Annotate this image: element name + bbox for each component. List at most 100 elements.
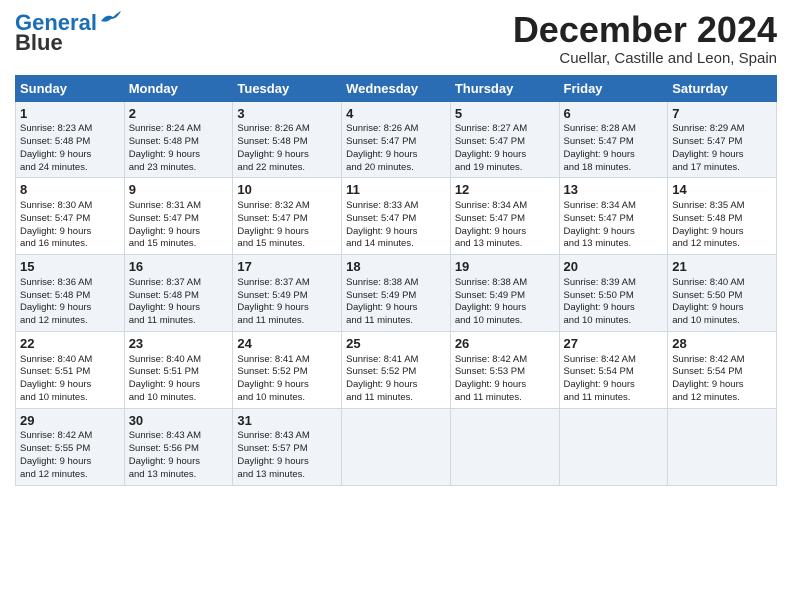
table-row: 16Sunrise: 8:37 AMSunset: 5:48 PMDayligh…	[124, 255, 233, 332]
day-info: and 11 minutes.	[129, 315, 229, 328]
calendar-table: Sunday Monday Tuesday Wednesday Thursday…	[15, 75, 777, 486]
day-info: Sunrise: 8:41 AM	[346, 354, 446, 367]
day-info: Daylight: 9 hours	[129, 149, 229, 162]
day-info: and 22 minutes.	[237, 162, 337, 175]
day-info: Sunrise: 8:28 AM	[564, 123, 664, 136]
table-row: 19Sunrise: 8:38 AMSunset: 5:49 PMDayligh…	[450, 255, 559, 332]
day-info: Sunrise: 8:38 AM	[346, 277, 446, 290]
day-info: and 13 minutes.	[237, 469, 337, 482]
day-info: Sunset: 5:49 PM	[455, 290, 555, 303]
day-info: Daylight: 9 hours	[237, 379, 337, 392]
table-row: 23Sunrise: 8:40 AMSunset: 5:51 PMDayligh…	[124, 331, 233, 408]
calendar-week-row: 29Sunrise: 8:42 AMSunset: 5:55 PMDayligh…	[16, 408, 777, 485]
day-info: and 11 minutes.	[237, 315, 337, 328]
day-number: 22	[20, 335, 120, 353]
day-info: Sunrise: 8:41 AM	[237, 354, 337, 367]
col-wednesday: Wednesday	[342, 75, 451, 101]
table-row: 31Sunrise: 8:43 AMSunset: 5:57 PMDayligh…	[233, 408, 342, 485]
day-info: Sunrise: 8:42 AM	[564, 354, 664, 367]
table-row: 6Sunrise: 8:28 AMSunset: 5:47 PMDaylight…	[559, 101, 668, 178]
table-row: 27Sunrise: 8:42 AMSunset: 5:54 PMDayligh…	[559, 331, 668, 408]
day-info: and 13 minutes.	[455, 238, 555, 251]
calendar-week-row: 1Sunrise: 8:23 AMSunset: 5:48 PMDaylight…	[16, 101, 777, 178]
day-info: and 23 minutes.	[129, 162, 229, 175]
day-info: Daylight: 9 hours	[564, 226, 664, 239]
table-row: 1Sunrise: 8:23 AMSunset: 5:48 PMDaylight…	[16, 101, 125, 178]
day-number: 24	[237, 335, 337, 353]
table-row	[450, 408, 559, 485]
day-info: Sunset: 5:57 PM	[237, 443, 337, 456]
day-info: Sunset: 5:48 PM	[672, 213, 772, 226]
table-row	[342, 408, 451, 485]
table-row: 29Sunrise: 8:42 AMSunset: 5:55 PMDayligh…	[16, 408, 125, 485]
day-info: Sunset: 5:48 PM	[129, 290, 229, 303]
day-info: and 15 minutes.	[237, 238, 337, 251]
day-number: 29	[20, 412, 120, 430]
table-row: 15Sunrise: 8:36 AMSunset: 5:48 PMDayligh…	[16, 255, 125, 332]
day-info: Sunrise: 8:34 AM	[455, 200, 555, 213]
table-row: 28Sunrise: 8:42 AMSunset: 5:54 PMDayligh…	[668, 331, 777, 408]
day-info: Sunrise: 8:34 AM	[564, 200, 664, 213]
day-info: Sunset: 5:51 PM	[20, 366, 120, 379]
day-info: Daylight: 9 hours	[129, 302, 229, 315]
day-info: Sunrise: 8:30 AM	[20, 200, 120, 213]
day-info: Sunrise: 8:27 AM	[455, 123, 555, 136]
day-info: Daylight: 9 hours	[672, 226, 772, 239]
day-info: Sunrise: 8:26 AM	[237, 123, 337, 136]
table-row: 10Sunrise: 8:32 AMSunset: 5:47 PMDayligh…	[233, 178, 342, 255]
day-info: and 24 minutes.	[20, 162, 120, 175]
day-info: Daylight: 9 hours	[346, 149, 446, 162]
day-info: Sunset: 5:48 PM	[237, 136, 337, 149]
day-info: Sunrise: 8:38 AM	[455, 277, 555, 290]
day-info: Sunset: 5:54 PM	[564, 366, 664, 379]
day-info: Daylight: 9 hours	[20, 456, 120, 469]
day-info: Daylight: 9 hours	[455, 226, 555, 239]
day-info: Daylight: 9 hours	[346, 226, 446, 239]
day-info: and 16 minutes.	[20, 238, 120, 251]
day-info: Daylight: 9 hours	[20, 149, 120, 162]
table-row: 12Sunrise: 8:34 AMSunset: 5:47 PMDayligh…	[450, 178, 559, 255]
day-info: Sunrise: 8:37 AM	[237, 277, 337, 290]
day-number: 5	[455, 105, 555, 123]
day-info: Sunrise: 8:24 AM	[129, 123, 229, 136]
header: General Blue December 2024 Cuellar, Cast…	[15, 10, 777, 67]
day-info: Sunrise: 8:36 AM	[20, 277, 120, 290]
day-number: 1	[20, 105, 120, 123]
day-info: and 19 minutes.	[455, 162, 555, 175]
calendar-week-row: 15Sunrise: 8:36 AMSunset: 5:48 PMDayligh…	[16, 255, 777, 332]
day-info: Sunset: 5:50 PM	[564, 290, 664, 303]
day-number: 27	[564, 335, 664, 353]
day-number: 15	[20, 258, 120, 276]
day-info: Daylight: 9 hours	[455, 302, 555, 315]
day-info: Sunset: 5:47 PM	[455, 136, 555, 149]
day-info: and 17 minutes.	[672, 162, 772, 175]
day-info: Sunset: 5:50 PM	[672, 290, 772, 303]
calendar-week-row: 8Sunrise: 8:30 AMSunset: 5:47 PMDaylight…	[16, 178, 777, 255]
day-number: 17	[237, 258, 337, 276]
day-info: Sunset: 5:52 PM	[346, 366, 446, 379]
day-number: 12	[455, 181, 555, 199]
day-info: and 10 minutes.	[672, 315, 772, 328]
day-info: Daylight: 9 hours	[346, 302, 446, 315]
month-title: December 2024	[513, 10, 777, 50]
table-row: 22Sunrise: 8:40 AMSunset: 5:51 PMDayligh…	[16, 331, 125, 408]
table-row: 17Sunrise: 8:37 AMSunset: 5:49 PMDayligh…	[233, 255, 342, 332]
day-info: and 14 minutes.	[346, 238, 446, 251]
day-info: Daylight: 9 hours	[672, 302, 772, 315]
day-info: and 10 minutes.	[455, 315, 555, 328]
day-info: and 11 minutes.	[455, 392, 555, 405]
day-number: 26	[455, 335, 555, 353]
day-number: 10	[237, 181, 337, 199]
day-info: Daylight: 9 hours	[672, 379, 772, 392]
day-number: 21	[672, 258, 772, 276]
day-info: Daylight: 9 hours	[455, 379, 555, 392]
day-info: Sunset: 5:53 PM	[455, 366, 555, 379]
day-info: Sunset: 5:47 PM	[129, 213, 229, 226]
page-container: General Blue December 2024 Cuellar, Cast…	[0, 0, 792, 491]
table-row: 5Sunrise: 8:27 AMSunset: 5:47 PMDaylight…	[450, 101, 559, 178]
day-info: Sunset: 5:48 PM	[20, 136, 120, 149]
day-info: Sunrise: 8:40 AM	[20, 354, 120, 367]
day-info: Daylight: 9 hours	[455, 149, 555, 162]
day-number: 13	[564, 181, 664, 199]
table-row	[668, 408, 777, 485]
